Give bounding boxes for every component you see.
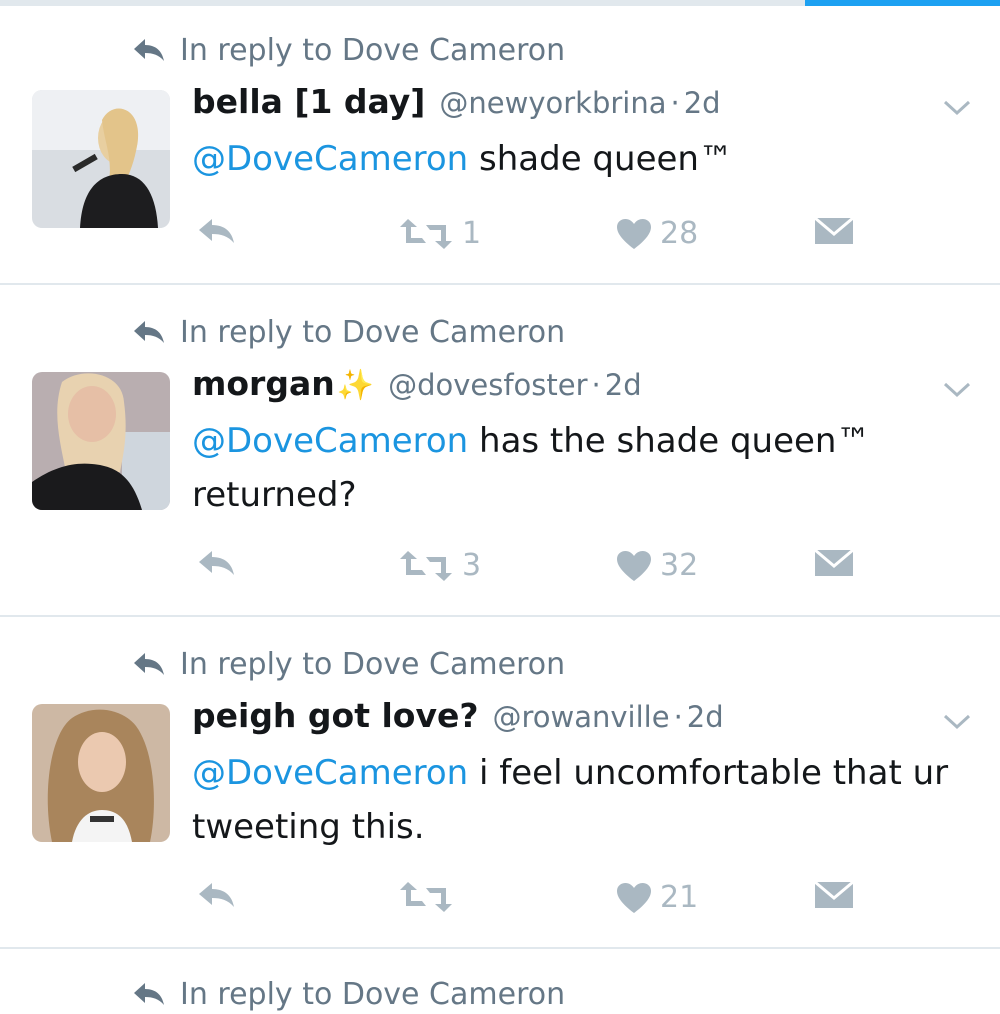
avatar[interactable] xyxy=(32,704,170,842)
chevron-down-icon[interactable] xyxy=(942,98,972,118)
timestamp[interactable]: 2d xyxy=(687,700,724,734)
heart-icon xyxy=(617,218,651,249)
reply-icon xyxy=(199,551,234,575)
mention-link[interactable]: @DoveCameron xyxy=(192,753,468,793)
retweet-count: 3 xyxy=(462,548,482,583)
user-handle[interactable]: @rowanville xyxy=(493,700,670,734)
reply-context[interactable]: In reply to Dove Cameron xyxy=(132,974,565,1014)
tweet-text: @DoveCameron i feel uncomfortable that u… xyxy=(192,746,982,854)
tweet-divider xyxy=(0,947,1000,949)
timestamp[interactable]: 2d xyxy=(684,86,721,120)
retweet-icon xyxy=(400,218,452,249)
reply-arrow-icon xyxy=(134,321,164,343)
like-count: 32 xyxy=(660,548,699,583)
tweet-header: peigh got love? @rowanville · 2d xyxy=(192,696,724,744)
avatar[interactable] xyxy=(32,90,170,228)
mention-link[interactable]: @DoveCameron xyxy=(192,421,468,461)
tweet-actions: 21 xyxy=(0,880,1000,920)
reply-arrow-icon xyxy=(134,983,164,1005)
tweet-actions: 3 32 xyxy=(0,548,1000,588)
envelope-icon xyxy=(814,548,854,576)
reply-button[interactable] xyxy=(196,880,236,910)
avatar[interactable] xyxy=(32,372,170,510)
reply-context-label: In reply to Dove Cameron xyxy=(180,314,566,350)
like-count: 21 xyxy=(660,880,699,915)
reply-context[interactable]: In reply to Dove Cameron xyxy=(132,312,565,352)
tweet-divider xyxy=(0,283,1000,285)
tweet-header: bella [1 day] @newyorkbrina · 2d xyxy=(192,82,721,130)
direct-message-button[interactable] xyxy=(814,880,854,910)
sparkles-emoji: ✨ xyxy=(336,368,375,403)
reply-button[interactable] xyxy=(196,548,236,578)
separator-dot: · xyxy=(670,86,680,120)
user-handle[interactable]: @newyorkbrina xyxy=(439,86,666,120)
envelope-icon xyxy=(814,216,854,244)
mention-link[interactable]: @DoveCameron xyxy=(192,139,468,179)
reply-context[interactable]: In reply to Dove Cameron xyxy=(132,30,565,70)
like-button[interactable]: 21 xyxy=(616,880,698,915)
retweet-icon xyxy=(400,550,452,581)
tweet-text: @DoveCameron shade queen™ xyxy=(192,132,982,186)
envelope-icon xyxy=(814,880,854,908)
retweet-icon xyxy=(400,882,452,912)
reply-context-label: In reply to Dove Cameron xyxy=(180,32,566,68)
display-name[interactable]: morgan xyxy=(192,364,335,403)
reply-context[interactable]: In reply to Dove Cameron xyxy=(132,644,565,684)
reply-arrow-icon xyxy=(134,39,164,61)
tweet-body: shade queen™ xyxy=(468,139,733,179)
retweet-button[interactable]: 3 xyxy=(398,548,481,583)
reply-context-label: In reply to Dove Cameron xyxy=(180,646,566,682)
active-tab-indicator xyxy=(805,0,1000,6)
display-name[interactable]: bella [1 day] xyxy=(192,82,425,121)
tweet-actions: 1 28 xyxy=(0,216,1000,256)
separator-dot: · xyxy=(591,368,601,402)
like-button[interactable]: 28 xyxy=(616,216,698,251)
like-count: 28 xyxy=(660,216,699,251)
chevron-down-icon[interactable] xyxy=(942,380,972,400)
reply-context-label: In reply to Dove Cameron xyxy=(180,976,566,1012)
separator-dot: · xyxy=(673,700,683,734)
reply-icon xyxy=(199,219,234,243)
retweet-count: 1 xyxy=(462,216,482,251)
tweet-divider xyxy=(0,615,1000,617)
tweet-header: morgan ✨ @dovesfoster · 2d xyxy=(192,364,642,412)
user-handle[interactable]: @dovesfoster xyxy=(388,368,587,402)
heart-icon xyxy=(617,882,651,913)
display-name[interactable]: peigh got love? xyxy=(192,696,479,735)
direct-message-button[interactable] xyxy=(814,548,854,578)
chevron-down-icon[interactable] xyxy=(942,712,972,732)
reply-button[interactable] xyxy=(196,216,236,246)
direct-message-button[interactable] xyxy=(814,216,854,246)
heart-icon xyxy=(617,550,651,581)
tweet-text: @DoveCameron has the shade queen™ return… xyxy=(192,414,952,522)
like-button[interactable]: 32 xyxy=(616,548,698,583)
retweet-button[interactable]: 1 xyxy=(398,216,481,251)
timestamp[interactable]: 2d xyxy=(605,368,642,402)
reply-icon xyxy=(199,883,234,907)
retweet-button[interactable] xyxy=(398,880,462,914)
reply-arrow-icon xyxy=(134,653,164,675)
